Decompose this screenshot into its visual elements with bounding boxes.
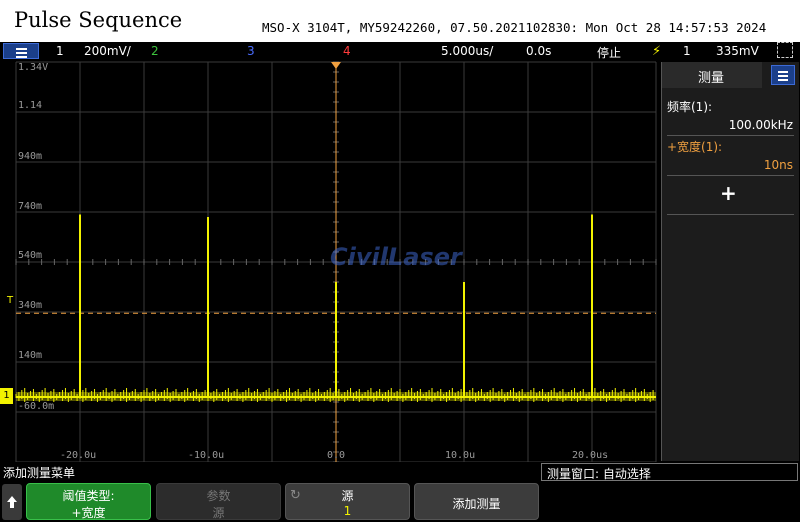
ch2-number[interactable]: 2 [151,44,159,58]
status-bar: 1 200mV/ 2 3 4 5.000us/ 0.0s 停止 ⚡ 1 335m… [0,42,800,61]
trigger-level-marker[interactable]: T [7,295,13,306]
watermark-logo: CivilLaser [330,243,462,271]
ch3-number[interactable]: 3 [247,44,255,58]
ch1-ground-marker[interactable]: 1 [0,388,13,404]
trigger-edge-icon: ⚡ [652,44,662,59]
timebase[interactable]: 5.000us/ [441,44,493,58]
delay[interactable]: 0.0s [526,44,551,58]
menu-icon [16,48,27,50]
panel-menu-button[interactable] [771,65,795,85]
x-tick-label: 20.0us [572,450,609,461]
parameter-source-softkey[interactable]: 参数 源 [156,483,281,520]
y-tick-label: 940m [18,151,43,162]
threshold-type-softkey[interactable]: 阈值类型: +宽度 [26,483,151,520]
main-menu-button[interactable] [3,43,39,59]
measurement-value: 10ns [763,158,793,172]
zoom-icon[interactable] [777,42,793,58]
list-icon [778,71,788,73]
source-softkey[interactable]: ↻ 源 1 [285,483,410,520]
x-tick-label: 10.0u [445,450,476,461]
softkey-bar: 添加测量菜单 测量窗口: 自动选择 阈值类型: +宽度 参数 源 ↻ 源 1 添… [0,462,800,522]
y-tick-label: 740m [18,201,43,212]
measurements-title: 测量 [698,71,725,86]
run-state: 停止 [597,46,622,60]
ch1-scale[interactable]: 200mV/ [84,44,131,58]
arrow-up-icon [7,496,17,508]
x-tick-label: -20.0u [60,450,97,461]
trigger-level[interactable]: 335mV [716,44,759,58]
trigger-source[interactable]: 1 [683,44,691,58]
add-measurement-softkey[interactable]: 添加测量 [414,483,539,520]
menu-up-button[interactable] [2,484,22,520]
y-tick-label: 1.34V [18,62,49,73]
y-tick-label: 340m [18,300,43,311]
menu-title: 添加测量菜单 [3,466,76,480]
page-title: Pulse Sequence [14,8,183,32]
trigger-position-marker [331,62,341,69]
measurement-label: +宽度(1): [667,140,723,154]
divider [667,214,794,215]
add-measurement-icon[interactable]: + [720,181,737,205]
measurements-tab[interactable]: 测量 [662,62,762,88]
y-tick-label: 140m [18,350,43,361]
divider [667,175,794,176]
measurement-value: 100.00kHz [728,118,793,132]
y-tick-label: 1.14 [18,100,43,111]
measurement-label: 频率(1): [667,100,713,114]
instrument-info: MSO-X 3104T, MY59242260, 07.50.202110283… [262,20,767,35]
x-tick-label: 0.0 [327,450,346,461]
ch4-number[interactable]: 4 [343,44,351,58]
x-tick-label: -10.0u [188,450,225,461]
measurements-panel: 测量 频率(1): 100.00kHz +宽度(1): 10ns + [661,62,799,461]
y-tick-label: 540m [18,250,43,261]
ch1-number[interactable]: 1 [56,44,64,58]
y-tick-label: -60.0m [18,401,55,412]
measurement-window-indicator: 测量窗口: 自动选择 [541,463,798,481]
divider [667,135,794,136]
